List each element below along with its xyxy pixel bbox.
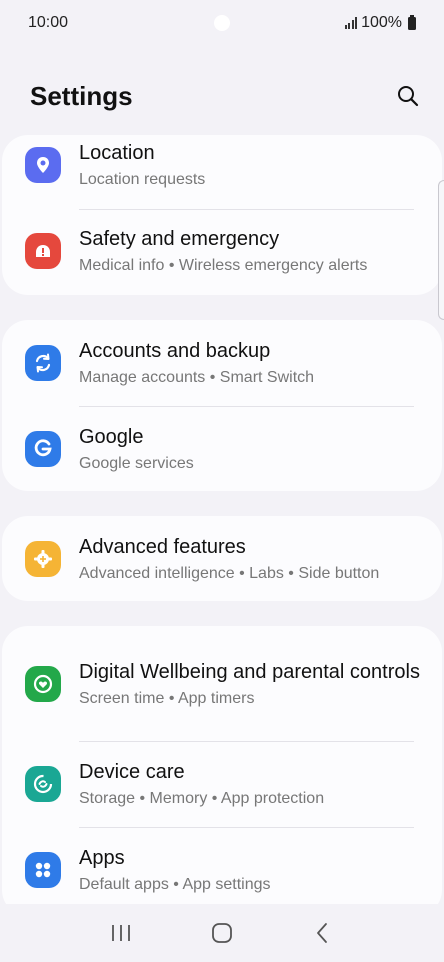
home-icon xyxy=(212,923,232,943)
camera-cutout xyxy=(214,15,230,31)
emergency-alert-icon xyxy=(25,233,61,269)
item-subtitle: Advanced intelligence • Labs • Side butt… xyxy=(79,564,380,582)
item-title: Device care xyxy=(79,761,185,783)
item-title: Advanced features xyxy=(79,535,246,558)
battery-percent: 100% xyxy=(361,14,402,31)
signal-icon xyxy=(344,17,358,29)
item-title: Digital Wellbeing and parental controls xyxy=(79,660,420,683)
sync-icon xyxy=(25,345,61,381)
settings-item-accounts[interactable]: Accounts and backup Manage accounts • Sm… xyxy=(2,320,442,406)
gear-plus-icon xyxy=(25,540,61,577)
search-button[interactable] xyxy=(392,80,424,112)
back-icon xyxy=(317,923,328,943)
back-button[interactable] xyxy=(303,913,343,953)
item-title: Apps xyxy=(79,847,125,869)
item-subtitle: Google services xyxy=(79,455,194,472)
home-button[interactable] xyxy=(202,913,242,953)
item-subtitle: Medical info • Wireless emergency alerts xyxy=(79,257,368,274)
settings-group-3: Advanced features Advanced intelligence … xyxy=(2,516,442,601)
settings-item-device-care[interactable]: Device care Storage • Memory • App prote… xyxy=(2,741,442,827)
settings-group-1: Location Location requests Safety and em… xyxy=(2,135,442,295)
device-care-icon xyxy=(25,766,61,802)
item-subtitle: Default apps • App settings xyxy=(79,876,271,893)
location-pin-icon xyxy=(25,147,61,183)
settings-item-location[interactable]: Location Location requests xyxy=(2,121,442,209)
apps-grid-icon xyxy=(25,852,61,888)
settings-item-apps[interactable]: Apps Default apps • App settings xyxy=(2,827,442,913)
search-icon xyxy=(398,86,419,107)
item-title: Location xyxy=(79,142,155,164)
settings-item-safety[interactable]: Safety and emergency Medical info • Wire… xyxy=(2,207,442,295)
recents-button[interactable] xyxy=(101,913,141,953)
status-right: 100% xyxy=(344,14,416,32)
item-subtitle: Screen time • App timers xyxy=(79,689,255,707)
item-subtitle: Storage • Memory • App protection xyxy=(79,790,325,807)
settings-item-google[interactable]: Google Google services xyxy=(2,406,442,492)
status-time: 10:00 xyxy=(28,14,69,31)
page-title: Settings xyxy=(30,80,133,111)
scrollbar[interactable] xyxy=(438,180,444,320)
header: Settings xyxy=(30,76,420,116)
settings-item-advanced-features[interactable]: Advanced features Advanced intelligence … xyxy=(2,516,442,601)
settings-group-4: Digital Wellbeing and parental controls … xyxy=(2,626,442,916)
battery-icon xyxy=(408,14,416,30)
item-title: Google xyxy=(79,426,144,448)
item-subtitle: Location requests xyxy=(79,171,206,188)
recents-icon xyxy=(111,925,130,941)
item-subtitle: Manage accounts • Smart Switch xyxy=(79,369,315,386)
google-g-icon xyxy=(25,431,61,467)
settings-item-digital-wellbeing[interactable]: Digital Wellbeing and parental controls … xyxy=(2,626,442,741)
item-title: Safety and emergency xyxy=(79,228,280,250)
navigation-bar xyxy=(0,904,444,962)
heart-circle-icon xyxy=(25,665,61,702)
item-title: Accounts and backup xyxy=(79,340,271,362)
settings-group-2: Accounts and backup Manage accounts • Sm… xyxy=(2,320,442,491)
